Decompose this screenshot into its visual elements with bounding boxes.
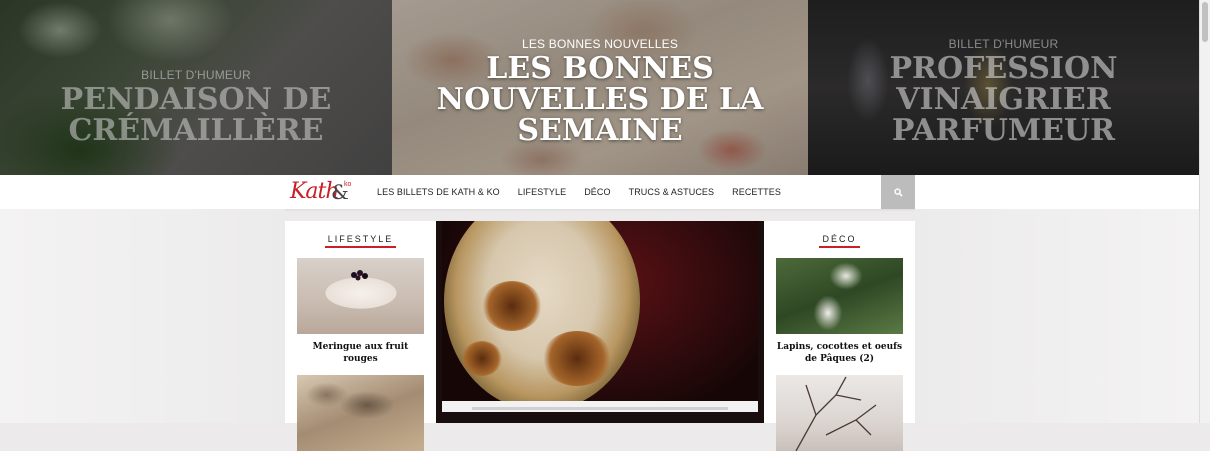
menu-item-recettes[interactable]: RECETTES [732, 187, 781, 197]
menu-item-lifestyle[interactable]: LIFESTYLE [518, 187, 566, 197]
slide-caption: BILLET D'HUMEUR PENDAISON DE CRÉMAILLÈRE [0, 68, 392, 146]
slide-title-line[interactable]: VINAIGRIER [808, 84, 1199, 115]
main-content: LIFESTYLE Meringue aux fruit rouges DÉCO [285, 221, 915, 451]
section-title[interactable]: LIFESTYLE [285, 234, 436, 248]
featured-caption-bar [442, 401, 758, 412]
slide-title-line[interactable]: LES BONNES [392, 53, 808, 84]
slide-title[interactable]: LES BONNES NOUVELLES DE LA SEMAINE [392, 53, 808, 146]
image-detail [542, 331, 612, 386]
menu-item-deco[interactable]: DÉCO [584, 187, 610, 197]
post-thumbnail[interactable] [776, 258, 903, 334]
section-title[interactable]: DÉCO [764, 234, 915, 248]
section-title-text[interactable]: DÉCO [819, 234, 860, 248]
search-button[interactable] [881, 175, 915, 209]
caption-placeholder [472, 407, 728, 410]
featured-post[interactable] [436, 221, 764, 423]
page-scrollbar[interactable] [1199, 0, 1210, 423]
slide-title-line[interactable]: PARFUMEUR [808, 115, 1199, 146]
image-detail [482, 281, 542, 331]
slide-title-line[interactable]: PENDAISON DE [0, 84, 392, 115]
page-background-right [915, 209, 1199, 423]
post-card[interactable] [776, 375, 903, 451]
slide-title-line[interactable]: SEMAINE [392, 115, 808, 146]
berries-decoration [351, 270, 368, 281]
main-navbar: Kath & ko LES BILLETS DE KATH & KO LIFES… [0, 175, 1199, 209]
branches-decoration [795, 376, 877, 451]
post-thumbnail[interactable] [776, 375, 903, 451]
slide-title-line[interactable]: PROFESSION [808, 53, 1199, 84]
slide-title-line[interactable]: NOUVELLES DE LA [392, 84, 808, 115]
gratin-dish [444, 221, 640, 411]
post-caption[interactable]: Meringue aux fruit rouges [297, 341, 424, 365]
lifestyle-column: LIFESTYLE Meringue aux fruit rouges [285, 221, 436, 451]
slide-category[interactable]: BILLET D'HUMEUR [808, 37, 1199, 51]
page-background-left [0, 209, 285, 423]
slide-title[interactable]: PENDAISON DE CRÉMAILLÈRE [0, 84, 392, 146]
hero-slide-2[interactable]: LES BONNES NOUVELLES LES BONNES NOUVELLE… [392, 0, 808, 175]
slide-title-line[interactable]: CRÉMAILLÈRE [0, 115, 392, 146]
menu-item-billets[interactable]: LES BILLETS DE KATH & KO [377, 187, 500, 197]
search-icon [893, 187, 903, 197]
image-detail [462, 341, 502, 376]
slide-caption: BILLET D'HUMEUR PROFESSION VINAIGRIER PA… [808, 37, 1199, 146]
hero-slider: BILLET D'HUMEUR PENDAISON DE CRÉMAILLÈRE… [0, 0, 1199, 175]
hero-slide-3[interactable]: BILLET D'HUMEUR PROFESSION VINAIGRIER PA… [808, 0, 1199, 175]
site-logo[interactable]: Kath & ko [290, 177, 360, 209]
post-thumbnail[interactable] [297, 375, 424, 451]
main-menu: LES BILLETS DE KATH & KO LIFESTYLE DÉCO … [368, 175, 790, 209]
hero-slide-1[interactable]: BILLET D'HUMEUR PENDAISON DE CRÉMAILLÈRE [0, 0, 392, 175]
logo-ko: ko [344, 181, 352, 188]
slide-title[interactable]: PROFESSION VINAIGRIER PARFUMEUR [808, 53, 1199, 146]
deco-column: DÉCO Lapins, cocottes et oeufs de Pâques… [764, 221, 915, 451]
post-thumbnail[interactable] [297, 258, 424, 334]
post-card[interactable] [297, 375, 424, 451]
featured-image[interactable] [442, 221, 758, 412]
section-title-text[interactable]: LIFESTYLE [324, 234, 397, 248]
post-card[interactable]: Meringue aux fruit rouges [297, 258, 424, 365]
menu-item-trucs-astuces[interactable]: TRUCS & ASTUCES [629, 187, 715, 197]
post-caption[interactable]: Lapins, cocottes et oeufs de Pâques (2) [776, 341, 903, 365]
slide-caption: LES BONNES NOUVELLES LES BONNES NOUVELLE… [392, 37, 808, 146]
slide-category[interactable]: LES BONNES NOUVELLES [392, 37, 808, 51]
post-card[interactable]: Lapins, cocottes et oeufs de Pâques (2) [776, 258, 903, 365]
slide-category[interactable]: BILLET D'HUMEUR [0, 68, 392, 82]
scrollbar-thumb[interactable] [1202, 2, 1208, 42]
